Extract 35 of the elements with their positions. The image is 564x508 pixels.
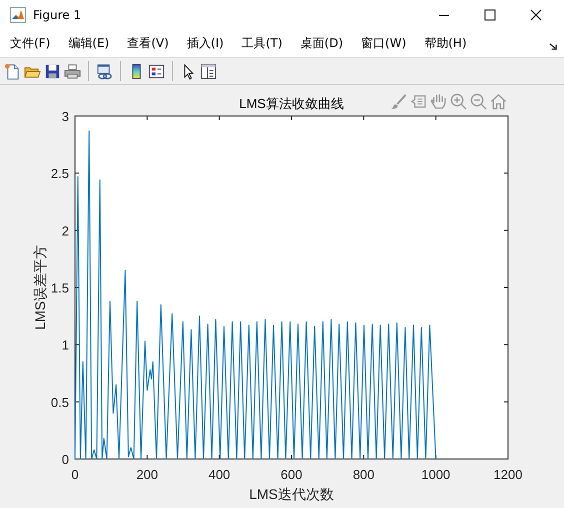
new-file-icon[interactable] (4, 62, 21, 80)
x-tick-label: 800 (352, 467, 375, 482)
y-tick-label: 3 (62, 109, 69, 124)
logo-icon (10, 7, 26, 23)
legend-icon[interactable] (148, 62, 165, 80)
menu-item[interactable]: 文件(F) (10, 35, 50, 52)
y-tick-label: 0 (62, 452, 69, 467)
y-tick-label: 1.5 (50, 280, 69, 296)
menu-item[interactable]: 窗口(W) (361, 35, 406, 52)
linked-windows-icon[interactable] (96, 62, 113, 80)
y-tick-label: 0.5 (50, 394, 69, 410)
menu-item[interactable]: 查看(V) (127, 35, 169, 52)
window-title: Figure 1 (33, 8, 82, 22)
menu-item[interactable]: 工具(T) (242, 35, 282, 52)
y-tick-label: 2.5 (50, 166, 69, 182)
x-axis-label: LMS迭代次数 (249, 486, 334, 502)
menu-item[interactable]: 编辑(E) (68, 35, 110, 52)
y-tick-label: 2 (62, 223, 69, 238)
x-tick-label: 1000 (421, 467, 450, 482)
menu-item[interactable]: 插入(I) (186, 35, 224, 52)
maximize-icon[interactable] (484, 9, 496, 21)
x-tick-label: 200 (136, 467, 158, 482)
y-axis-label: LMS误差平方 (32, 245, 48, 330)
chart-title: LMS算法收敛曲线 (239, 96, 344, 111)
menu-item[interactable]: 桌面(D) (300, 35, 344, 52)
y-tick-label: 1 (62, 338, 69, 353)
x-tick-label: 600 (280, 467, 302, 482)
close-icon[interactable] (530, 9, 542, 21)
x-tick-label: 400 (208, 467, 230, 482)
x-tick-label: 1200 (494, 467, 522, 482)
dock-arrow-icon[interactable] (549, 42, 558, 51)
panel-icon[interactable] (200, 62, 217, 80)
menu-item[interactable]: 帮助(H) (424, 35, 467, 52)
x-tick-label: 0 (71, 467, 79, 482)
printer-icon[interactable] (64, 62, 81, 80)
